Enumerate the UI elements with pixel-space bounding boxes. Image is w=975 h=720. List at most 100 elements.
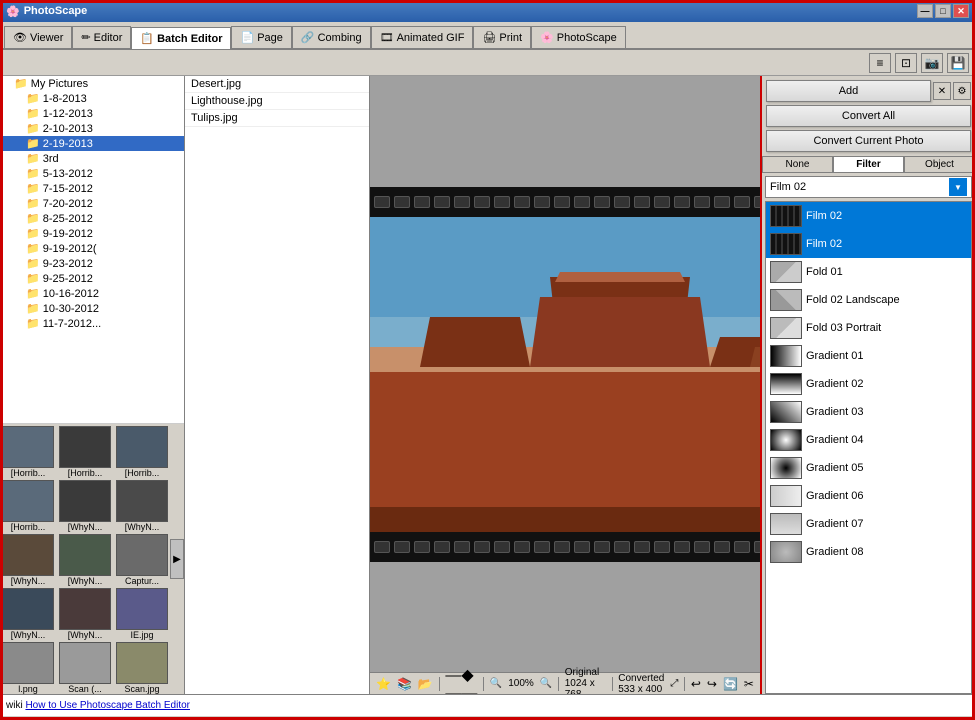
file-item[interactable]: Lighthouse.jpg [185,93,369,110]
add-button[interactable]: Add [766,80,931,102]
tree-item[interactable]: 📁 1-8-2013 [0,91,184,106]
effect-item-gradient01[interactable]: Gradient 01 [766,342,971,370]
tab-batch-editor[interactable]: 📋 Batch Editor [131,27,231,49]
effect-dropdown-container: Film 02 ▼ [762,173,975,201]
effect-thumb [770,233,802,255]
tab-photoscape[interactable]: 🌸 PhotoScape [531,26,626,48]
tab-print[interactable]: 🖨 Print [473,26,531,48]
right-tab-filter[interactable]: Filter [833,156,904,172]
tree-item[interactable]: 📁 7-20-2012 [0,196,184,211]
thumb-nav-right[interactable]: ▶ [170,539,184,579]
effect-item-film02-2[interactable]: Film 02 [766,230,971,258]
thumbnail[interactable]: [WhyN... [2,534,57,586]
tree-item[interactable]: 📁 9-25-2012 [0,271,184,286]
zoom-in-icon[interactable]: 🔍 [540,678,552,689]
thumbnail[interactable]: l.png [2,642,57,694]
thumbnail[interactable]: IE.jpg [116,588,171,640]
tree-item[interactable]: 📁 2-10-2013 [0,121,184,136]
thumbnail[interactable]: [WhyN... [59,588,114,640]
wiki-link[interactable]: How to Use Photoscape Batch Editor [25,700,190,711]
tree-item[interactable]: 📁 3rd [0,151,184,166]
tree-item[interactable]: 📁 9-19-2012 [0,226,184,241]
effect-list[interactable]: Film 02 Film 02 Fold 01 Fold 02 Landscap… [765,201,972,694]
folder-open-icon[interactable]: 📂 [418,677,433,691]
thumbnail[interactable]: Scan (... [59,642,114,694]
thumbnail[interactable]: Scan.jpg [116,642,171,694]
right-tab-object[interactable]: Object [904,156,975,172]
toolbar-row: ≡ ⊡ 📷 💾 [0,50,975,76]
tree-root[interactable]: 📁 My Pictures [0,76,184,91]
rotate-icon[interactable]: 🔄 [723,677,738,691]
camera-button[interactable]: 📷 [921,53,943,73]
film-hole [594,541,610,553]
star-icon[interactable]: ⭐ [376,677,391,691]
minimize-button[interactable]: — [917,4,933,18]
effect-item-gradient02[interactable]: Gradient 02 [766,370,971,398]
menu-button[interactable]: ≡ [869,53,891,73]
effect-dropdown[interactable]: Film 02 ▼ [765,176,972,198]
tree-item[interactable]: 📁 10-16-2012 [0,286,184,301]
effect-item-film02-1[interactable]: Film 02 [766,202,971,230]
undo-icon[interactable]: ↩ [691,677,701,691]
zoom-out-icon[interactable]: 🔍 [490,678,502,689]
effect-item-fold02[interactable]: Fold 02 Landscape [766,286,971,314]
tree-item[interactable]: 📁 9-19-2012( [0,241,184,256]
film-hole [554,541,570,553]
right-tab-none[interactable]: None [762,156,833,172]
file-tree[interactable]: 📁 My Pictures 📁 1-8-2013 📁 1-12-2013 📁 2… [0,76,184,424]
tree-item[interactable]: 📁 5-13-2012 [0,166,184,181]
effect-item-fold01[interactable]: Fold 01 [766,258,971,286]
thumbnail[interactable]: [WhyN... [2,588,57,640]
effect-item-gradient06[interactable]: Gradient 06 [766,482,971,510]
photoscape-icon: 🌸 [540,31,554,44]
effect-item-gradient07[interactable]: Gradient 07 [766,510,971,538]
tab-page[interactable]: 📄 Page [231,26,291,48]
effect-thumb [770,317,802,339]
file-item[interactable]: Desert.jpg [185,76,369,93]
thumbnail[interactable]: [Horrib... [2,480,57,532]
thumbnail[interactable]: [WhyN... [59,480,114,532]
thumb-image [2,426,54,468]
thumb-image [2,480,54,522]
effect-item-gradient05[interactable]: Gradient 05 [766,454,971,482]
close-right-icon[interactable]: ✕ [933,82,951,100]
effect-item-gradient03[interactable]: Gradient 03 [766,398,971,426]
tree-item[interactable]: 📁 7-15-2012 [0,181,184,196]
thumbnail[interactable]: [Horrib... [116,426,171,478]
convert-current-button[interactable]: Convert Current Photo [766,130,971,152]
thumb-image [116,480,168,522]
tree-item[interactable]: 📁 8-25-2012 [0,211,184,226]
thumbnail[interactable]: Captur... [116,534,171,586]
thumbnail[interactable]: [WhyN... [116,480,171,532]
thumbnail[interactable]: [Horrib... [59,426,114,478]
tree-item[interactable]: 📁 10-30-2012 [0,301,184,316]
effect-item-fold03[interactable]: Fold 03 Portrait [766,314,971,342]
effect-thumb [770,541,802,563]
tab-combine[interactable]: 🔗 Combing [292,26,371,48]
tree-item-selected[interactable]: 📁 2-19-2013 [0,136,184,151]
crop-icon[interactable]: ✂ [744,677,754,691]
thumbnail[interactable]: [WhyN... [59,534,114,586]
grid-button[interactable]: ⊡ [895,53,917,73]
effect-item-gradient04[interactable]: Gradient 04 [766,426,971,454]
redo-icon[interactable]: ↪ [707,677,717,691]
close-button[interactable]: ✕ [953,4,969,18]
tree-item[interactable]: 📁 9-23-2012 [0,256,184,271]
tree-item[interactable]: 📁 1-12-2013 [0,106,184,121]
tab-viewer[interactable]: 👁 Viewer [4,26,72,48]
effect-thumb [770,401,802,423]
convert-all-button[interactable]: Convert All [766,105,971,127]
settings-right-icon[interactable]: ⚙ [953,82,971,100]
save-button[interactable]: 💾 [947,53,969,73]
tree-item[interactable]: 📁 11-7-2012... [0,316,184,331]
thumbnail[interactable]: [Horrib... [2,426,57,478]
folder-icon: 📁 [26,317,40,330]
stack-icon[interactable]: 📚 [397,677,412,691]
maximize-button[interactable]: □ [935,4,951,18]
tab-editor[interactable]: ✏ Editor [72,26,131,48]
tab-gif[interactable]: 🎞 Animated GIF [371,26,474,48]
film-hole [454,541,470,553]
file-item[interactable]: Tulips.jpg [185,110,369,127]
right-tabs: None Filter Object [762,156,975,173]
effect-item-gradient08[interactable]: Gradient 08 [766,538,971,566]
